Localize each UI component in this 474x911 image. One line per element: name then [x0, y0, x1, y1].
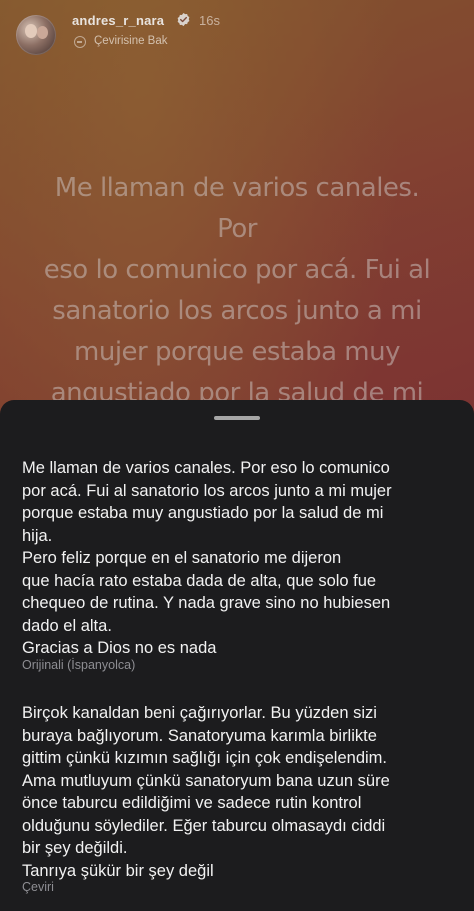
original-text: Me llaman de varios canales. Por eso lo … [22, 459, 392, 657]
translated-text: Birçok kanaldan beni çağırıyorlar. Bu yü… [22, 704, 390, 880]
story-header: andres_r_nara 16s Çevirisine Bak [16, 10, 456, 58]
sheet-drag-handle[interactable] [214, 416, 260, 420]
story-screen: andres_r_nara 16s Çevirisine Bak Me llam… [0, 0, 474, 911]
verified-badge-icon [177, 12, 190, 27]
translate-icon [74, 36, 86, 48]
original-language-label: Orijinali (İspanyolca) [22, 658, 136, 672]
username[interactable]: andres_r_nara [72, 13, 164, 28]
avatar-face [25, 24, 37, 38]
avatar[interactable] [16, 15, 56, 55]
story-timestamp: 16s [199, 13, 220, 28]
avatar-face [37, 26, 48, 39]
see-translation-link[interactable]: Çevirisine Bak [94, 35, 168, 47]
translation-bottom-sheet: Me llaman de varios canales. Por eso lo … [0, 400, 474, 911]
translation-label: Çeviri [22, 880, 54, 894]
